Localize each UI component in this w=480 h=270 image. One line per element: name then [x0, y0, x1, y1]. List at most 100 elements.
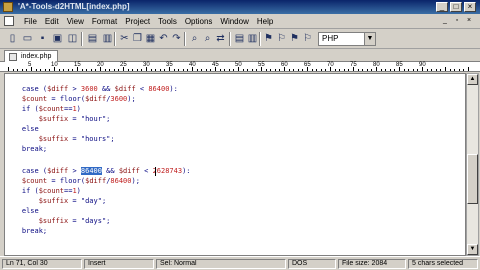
- ruler-tick: [380, 69, 382, 71]
- ruler-tick: [44, 69, 46, 71]
- replace-icon[interactable]: ⇄: [214, 32, 227, 45]
- ruler-tick: [17, 69, 19, 71]
- scroll-up-icon[interactable]: ▲: [467, 74, 478, 85]
- copy-icon[interactable]: ❐: [131, 32, 144, 45]
- code-line: case ($diff > 86400 && $diff < 2628743):: [5, 167, 191, 175]
- print-preview-icon[interactable]: ▥: [101, 32, 114, 45]
- code-editor[interactable]: case ($diff > 3600 && $diff < 86400): $c…: [4, 73, 466, 256]
- code-line: else: [5, 207, 39, 215]
- php-file-icon: [9, 53, 17, 61]
- ruler-tick: [325, 69, 327, 71]
- ruler-tick: [334, 69, 336, 71]
- selected-text: 86400: [80, 167, 102, 175]
- chevron-down-icon[interactable]: ▼: [364, 33, 375, 45]
- menu-tools[interactable]: Tools: [154, 16, 181, 27]
- app-icon[interactable]: [3, 2, 13, 12]
- undo-icon[interactable]: ↶: [157, 32, 170, 45]
- ruler-tick: [242, 69, 244, 71]
- menu-bar: File Edit View Format Project Tools Opti…: [0, 14, 480, 29]
- print-icon[interactable]: ▤: [86, 32, 99, 45]
- mdi-close-button[interactable]: ×: [464, 16, 474, 26]
- ruler-tick: [21, 69, 23, 71]
- vertical-scrollbar[interactable]: ▲ ▼: [466, 73, 479, 256]
- close-file-icon[interactable]: ◫: [66, 32, 79, 45]
- maximize-button[interactable]: □: [450, 2, 462, 12]
- ruler-number: 90: [419, 62, 426, 68]
- ruler-tick: [288, 69, 290, 71]
- bookmark-next-icon[interactable]: ⚐: [275, 32, 288, 45]
- ruler-number: 10: [51, 62, 58, 68]
- cut-icon[interactable]: ✂: [118, 32, 131, 45]
- ruler-tick: [141, 69, 143, 71]
- status-selection-mode: Sel: Normal: [156, 259, 286, 269]
- ruler-tick: [440, 69, 442, 71]
- mdi-minimize-button[interactable]: _: [440, 16, 450, 26]
- ruler-tick: [251, 69, 253, 71]
- ruler-number: 65: [304, 62, 311, 68]
- ruler-tick: [81, 69, 83, 71]
- ruler-number: 60: [281, 62, 288, 68]
- scroll-down-icon[interactable]: ▼: [467, 244, 478, 255]
- menu-view[interactable]: View: [63, 16, 88, 27]
- ruler-number: 75: [350, 62, 357, 68]
- menu-edit[interactable]: Edit: [41, 16, 63, 27]
- ruler-tick: [159, 69, 161, 71]
- find-icon[interactable]: ⌕: [188, 32, 201, 45]
- menu-project[interactable]: Project: [121, 16, 154, 27]
- ruler-tick: [35, 69, 37, 71]
- ruler-tick: [426, 69, 428, 71]
- ruler-tick: [279, 69, 281, 71]
- minimize-button[interactable]: _: [436, 2, 448, 12]
- save-icon[interactable]: ▪: [36, 32, 49, 45]
- ruler-tick: [40, 69, 42, 71]
- code-line: if ($count==1): [5, 105, 81, 113]
- status-position: Ln 71, Col 30: [2, 259, 82, 269]
- tab-index-php[interactable]: index.php: [4, 50, 59, 62]
- menu-window[interactable]: Window: [216, 16, 252, 27]
- menu-format[interactable]: Format: [88, 16, 121, 27]
- ruler-tick: [449, 69, 451, 71]
- ruler-tick: [127, 69, 129, 71]
- find-next-icon[interactable]: ⌕: [201, 32, 214, 45]
- text-cursor: [155, 167, 156, 176]
- mdi-restore-button[interactable]: ▫: [452, 16, 462, 26]
- ruler-tick: [90, 69, 92, 71]
- menu-options[interactable]: Options: [181, 16, 217, 27]
- ruler-number: 25: [120, 62, 127, 68]
- code-line: else: [5, 125, 39, 133]
- ruler-number: 20: [97, 62, 104, 68]
- ruler-tick: [265, 69, 267, 71]
- page-icon[interactable]: ▤: [233, 32, 246, 45]
- ruler-number: 70: [327, 62, 334, 68]
- ruler-tick: [454, 69, 456, 71]
- ruler-tick: [270, 69, 272, 71]
- save-all-icon[interactable]: ▣: [51, 32, 64, 45]
- ruler-tick: [224, 69, 226, 71]
- bookmark-icon[interactable]: ⚑: [262, 32, 275, 45]
- page-setup-icon[interactable]: ▥: [246, 32, 259, 45]
- ruler-tick: [316, 69, 318, 71]
- ruler-tick: [435, 69, 437, 71]
- bookmark-prev-icon[interactable]: ⚑: [288, 32, 301, 45]
- menu-help[interactable]: Help: [253, 16, 277, 27]
- status-selected: 5 chars selected: [408, 259, 478, 269]
- toolbar: ▯ ▭ ▪ ▣ ◫ ▤ ▥ ✂ ❐ ▦ ↶ ↷ ⌕ ⌕ ⇄ ▤ ▥ ⚑ ⚐ ⚑ …: [0, 29, 480, 49]
- status-file-size: File size: 2084: [338, 259, 406, 269]
- close-button[interactable]: ×: [464, 2, 476, 12]
- scroll-thumb[interactable]: [467, 154, 478, 204]
- ruler-tick: [196, 69, 198, 71]
- bookmark-clear-icon[interactable]: ⚐: [301, 32, 314, 45]
- language-value: PHP: [322, 34, 339, 43]
- ruler-tick: [297, 69, 299, 71]
- language-select[interactable]: PHP ▼: [318, 32, 376, 46]
- ruler-tick: [458, 69, 460, 71]
- open-folder-icon[interactable]: ▭: [21, 32, 34, 45]
- redo-icon[interactable]: ↷: [170, 32, 183, 45]
- new-file-icon[interactable]: ▯: [6, 32, 19, 45]
- ruler-tick: [247, 69, 249, 71]
- document-icon[interactable]: [4, 16, 14, 26]
- paste-icon[interactable]: ▦: [144, 32, 157, 45]
- ruler-tick: [178, 69, 180, 71]
- ruler-number: 55: [258, 62, 265, 68]
- menu-file[interactable]: File: [20, 16, 41, 27]
